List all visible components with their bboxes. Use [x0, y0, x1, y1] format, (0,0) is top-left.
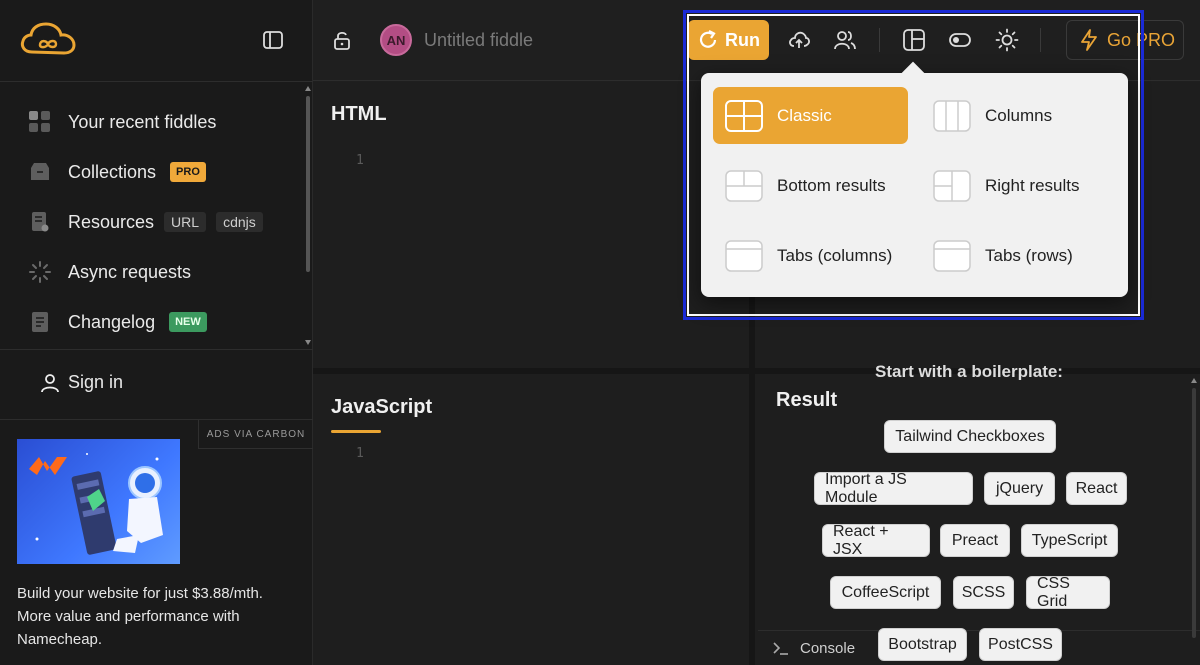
boilerplate-scss[interactable]: SCSS — [953, 576, 1014, 609]
layout-option-bottom-results[interactable]: Bottom results — [713, 157, 908, 214]
sidebar-item-label: Resources — [68, 211, 155, 232]
pro-badge: PRO — [170, 162, 206, 182]
fiddle-title[interactable]: Untitled fiddle — [424, 30, 533, 51]
divider — [0, 81, 313, 82]
user-icon — [41, 373, 59, 392]
tabs-columns-layout-icon — [725, 239, 763, 272]
sign-in-button[interactable]: Sign in — [40, 372, 123, 393]
sidebar-item-label: Collections — [68, 161, 157, 182]
line-number: 1 — [356, 446, 364, 461]
sidebar-toggle-icon[interactable] — [262, 29, 284, 51]
javascript-panel-title: JavaScript — [331, 396, 433, 418]
ad-text[interactable]: Build your website for just $3.88/mth. M… — [17, 582, 287, 651]
classic-layout-icon — [725, 99, 763, 132]
sidebar: Your recent fiddles Collections PRO Reso… — [0, 0, 313, 665]
boilerplate-tailwind-checkboxes[interactable]: Tailwind Checkboxes — [884, 420, 1056, 453]
layout-menu: Classic Columns Bottom results Right res… — [701, 73, 1128, 297]
layout-option-tabs-rows[interactable]: Tabs (rows) — [921, 227, 1116, 284]
terminal-icon — [773, 642, 788, 655]
boilerplate-import-js-module[interactable]: Import a JS Module — [814, 471, 973, 506]
layout-option-label: Bottom results — [777, 175, 886, 195]
layout-option-label: Right results — [985, 175, 1080, 195]
boilerplate-react[interactable]: React — [1066, 472, 1127, 505]
jsfiddle-logo[interactable] — [18, 20, 78, 60]
sidebar-item-label: Changelog — [68, 311, 156, 332]
layout-option-classic[interactable]: Classic — [713, 87, 908, 144]
sidebar-item-recent-fiddles[interactable]: Your recent fiddles — [28, 107, 216, 137]
boilerplate-heading: Start with a boilerplate: — [875, 362, 1063, 380]
boilerplate-preact[interactable]: Preact — [940, 524, 1010, 557]
result-panel[interactable] — [755, 374, 1200, 665]
sidebar-item-label: Your recent fiddles — [68, 111, 217, 132]
boilerplate-react-jsx[interactable]: React + JSX — [822, 523, 930, 558]
columns-layout-icon — [933, 99, 971, 132]
doc-icon — [28, 310, 52, 334]
sidebar-item-async-requests[interactable]: Async requests — [28, 257, 191, 287]
layout-option-label: Columns — [985, 105, 1053, 125]
result-panel-title: Result — [776, 389, 838, 411]
sidebar-scrollbar[interactable] — [303, 82, 313, 349]
sidebar-item-resources[interactable]: Resources URL cdnjs — [28, 207, 263, 237]
unlock-icon[interactable] — [331, 29, 353, 51]
sidebar-item-collections[interactable]: Collections PRO — [28, 157, 206, 187]
boilerplate-typescript[interactable]: TypeScript — [1021, 524, 1118, 557]
spinner-icon — [28, 260, 52, 284]
sidebar-item-label: Async requests — [68, 261, 192, 282]
file-icon — [28, 210, 52, 234]
url-tag[interactable]: URL — [164, 212, 207, 232]
bottom-results-layout-icon — [725, 169, 763, 202]
tabs-rows-layout-icon — [933, 239, 971, 272]
boilerplate-bootstrap[interactable]: Bootstrap — [878, 628, 967, 661]
boilerplate-css-grid[interactable]: CSS Grid — [1026, 575, 1110, 610]
html-panel-title: HTML — [331, 103, 387, 125]
avatar[interactable]: AN — [380, 24, 412, 56]
scrollbar-thumb[interactable] — [306, 96, 310, 272]
right-results-layout-icon — [933, 169, 971, 202]
line-number: 1 — [356, 153, 364, 168]
result-scrollbar[interactable] — [1189, 374, 1199, 665]
layout-option-label: Classic — [777, 105, 832, 125]
sign-in-label: Sign in — [68, 372, 124, 392]
ads-label[interactable]: ADS VIA CARBON — [198, 420, 313, 449]
grid-icon — [28, 110, 52, 134]
divider — [0, 349, 313, 350]
console-label: Console — [800, 639, 856, 657]
new-badge: NEW — [169, 312, 207, 332]
box-icon — [28, 160, 52, 184]
boilerplate-postcss[interactable]: PostCSS — [979, 628, 1062, 661]
layout-option-tabs-columns[interactable]: Tabs (columns) — [713, 227, 908, 284]
layout-option-label: Tabs (columns) — [777, 245, 893, 265]
cdnjs-tag[interactable]: cdnjs — [216, 212, 263, 232]
layout-option-label: Tabs (rows) — [985, 245, 1073, 265]
layout-option-columns[interactable]: Columns — [921, 87, 1116, 144]
layout-option-right-results[interactable]: Right results — [921, 157, 1116, 214]
boilerplate-jquery[interactable]: jQuery — [984, 472, 1055, 505]
ad-image[interactable] — [17, 439, 180, 564]
active-tab-indicator — [331, 430, 381, 433]
sidebar-item-changelog[interactable]: Changelog NEW — [28, 307, 207, 337]
boilerplate-coffeescript[interactable]: CoffeeScript — [830, 576, 941, 609]
